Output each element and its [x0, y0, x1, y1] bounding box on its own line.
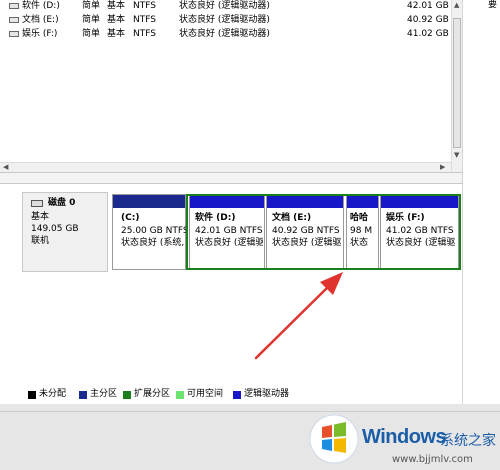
- legend-swatch-extended: [123, 391, 131, 399]
- legend-label: 未分配: [39, 389, 67, 399]
- legend: 未分配 主分区 扩展分区 可用空间 逻辑驱动器: [22, 389, 462, 401]
- watermark-brand: Windows: [362, 426, 447, 448]
- legend-swatch-free: [176, 391, 184, 399]
- legend-swatch-primary: [79, 391, 87, 399]
- legend-label: 逻辑驱动器: [244, 389, 290, 399]
- watermark-brand-suffix: 系统之家: [440, 433, 496, 449]
- windows-logo-icon: [309, 414, 359, 464]
- legend-label: 扩展分区: [134, 389, 171, 399]
- legend-label: 可用空间: [187, 389, 224, 399]
- watermark-url: www.bjjmlv.com: [392, 454, 473, 465]
- legend-swatch-logical: [233, 391, 241, 399]
- legend-label: 主分区: [90, 389, 118, 399]
- watermark: Windows 系统之家 www.bjjmlv.com: [300, 410, 500, 468]
- arrow-shaft: [254, 281, 334, 360]
- legend-swatch-unallocated: [28, 391, 36, 399]
